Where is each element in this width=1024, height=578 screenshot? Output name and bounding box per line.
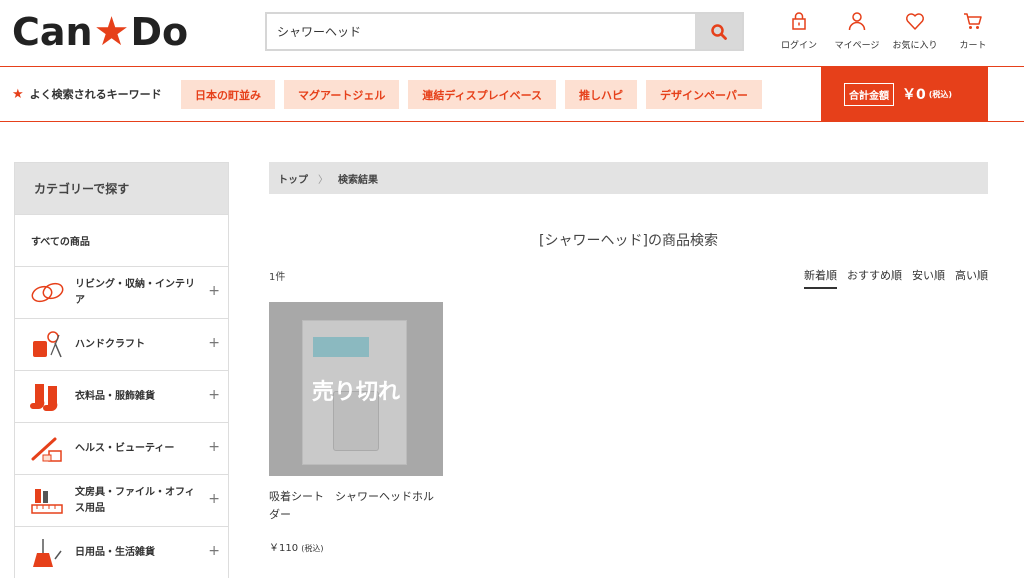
keyword-tags: 日本の町並み マグアートジェル 連結ディスプレイベース 推しハピ デザインペーパ… <box>181 80 771 109</box>
keyword-tag[interactable]: 日本の町並み <box>181 80 275 109</box>
expand-icon[interactable]: + <box>208 439 220 455</box>
nav-cart-label: カート <box>959 41 987 51</box>
nav-favorites-label: お気に入り <box>892 41 938 51</box>
product-image[interactable]: 売り切れ <box>269 302 443 476</box>
keyword-tag[interactable]: マグアートジェル <box>284 80 400 109</box>
result-count: 1件 <box>269 272 286 283</box>
product-price: ￥110 (税込) <box>269 539 443 554</box>
search-input[interactable] <box>267 14 695 49</box>
nav-mypage-label: マイページ <box>834 41 880 51</box>
broom-icon <box>33 539 62 567</box>
sort-expensive[interactable]: 高い順 <box>955 267 988 289</box>
header-nav: ログイン マイページ お気に入り カート <box>770 10 1002 51</box>
sidebar-item-label: ヘルス・ビューティー <box>75 442 175 454</box>
nav-favorites[interactable]: お気に入り <box>886 10 944 51</box>
search-button[interactable] <box>695 14 742 49</box>
nav-mypage[interactable]: マイページ <box>828 10 886 51</box>
logo-text-left: Can <box>12 10 93 54</box>
heart-icon <box>906 13 924 30</box>
sidebar-item-label: 文房具・ファイル・オフィス用品 <box>75 486 195 514</box>
sidebar-item-all[interactable]: すべての商品 <box>15 214 228 266</box>
sidebar-heading: カテゴリーで探す <box>15 163 228 214</box>
cart-icon <box>964 13 982 29</box>
cart-total-amount: ￥0 <box>902 87 926 103</box>
page-title: [シャワーヘッド]の商品検索 <box>539 233 718 249</box>
search-bar <box>265 12 744 51</box>
star-icon: ★ <box>12 86 24 102</box>
keyword-tag[interactable]: デザインペーパー <box>646 80 762 109</box>
product-price-tax: (税込) <box>301 544 324 553</box>
living-icon <box>31 282 64 303</box>
cart-total-tax: (税込) <box>928 89 953 99</box>
keyword-title: ★ よく検索されるキーワード <box>12 86 162 102</box>
lock-icon <box>792 12 806 30</box>
expand-icon[interactable]: + <box>208 543 220 559</box>
nav-login-label: ログイン <box>780 41 817 51</box>
expand-icon[interactable]: + <box>208 283 220 299</box>
beauty-icon <box>31 437 62 462</box>
expand-icon[interactable]: + <box>208 335 220 351</box>
sort-newest[interactable]: 新着順 <box>804 267 837 289</box>
sidebar-item-daily[interactable]: 日用品・生活雑貨 + <box>15 526 228 578</box>
site-header: Can ★ Do ログイン マイページ <box>0 0 1024 66</box>
sidebar-item-clothing[interactable]: 衣料品・服飾雑貨 + <box>15 370 228 422</box>
sidebar-item-label: 日用品・生活雑貨 <box>75 546 155 558</box>
sidebar-item-label: 衣料品・服飾雑貨 <box>75 390 155 402</box>
user-icon <box>848 12 866 31</box>
site-logo[interactable]: Can ★ Do <box>12 10 188 54</box>
sidebar-item-living[interactable]: リビング・収納・インテリア + <box>15 266 228 318</box>
keyword-bar: ★ よく検索されるキーワード 日本の町並み マグアートジェル 連結ディスプレイベ… <box>0 66 1024 122</box>
logo-text-right: Do <box>130 10 189 54</box>
keyword-title-text: よく検索されるキーワード <box>29 88 162 101</box>
product-name[interactable]: 吸着シート シャワーヘッドホルダー <box>269 488 443 524</box>
cart-total-label: 合計金額 <box>844 82 894 106</box>
sidebar-item-handcraft[interactable]: ハンドクラフト + <box>15 318 228 370</box>
category-sidebar: カテゴリーで探す すべての商品 リビング・収納・インテリア + ハンドクラフト … <box>14 162 229 578</box>
stationery-icon <box>31 489 63 514</box>
handcraft-icon <box>33 331 62 358</box>
cart-total[interactable]: 合計金額 ￥0 (税込) <box>821 66 988 122</box>
sold-out-overlay: 売り切れ <box>311 380 400 405</box>
keyword-tag[interactable]: 連結ディスプレイベース <box>408 80 557 109</box>
sort-cheapest[interactable]: 安い順 <box>912 267 945 289</box>
package-label-band <box>313 337 369 357</box>
logo-star-icon: ★ <box>93 9 130 55</box>
nav-cart[interactable]: カート <box>944 10 1002 51</box>
sort-recommended[interactable]: おすすめ順 <box>847 267 902 289</box>
breadcrumb: トップ 〉 検索結果 <box>269 162 988 194</box>
expand-icon[interactable]: + <box>208 491 220 507</box>
sidebar-item-beauty[interactable]: ヘルス・ビューティー + <box>15 422 228 474</box>
sidebar-item-label: リビング・収納・インテリア <box>75 278 195 306</box>
breadcrumb-separator-icon: 〉 <box>318 174 328 186</box>
product-card[interactable]: 売り切れ 吸着シート シャワーヘッドホルダー ￥110 (税込) <box>269 302 443 554</box>
sort-options: 新着順 おすすめ順 安い順 高い順 <box>794 267 988 289</box>
sidebar-item-label: ハンドクラフト <box>75 338 145 350</box>
product-price-value: ￥110 <box>269 543 299 554</box>
expand-icon[interactable]: + <box>208 387 220 403</box>
socks-icon <box>30 384 58 412</box>
keyword-tag[interactable]: 推しハピ <box>565 80 638 109</box>
nav-login[interactable]: ログイン <box>770 10 828 51</box>
breadcrumb-home[interactable]: トップ <box>278 171 308 186</box>
search-icon <box>710 23 727 40</box>
sidebar-item-stationery[interactable]: 文房具・ファイル・オフィス用品 + <box>15 474 228 526</box>
breadcrumb-current: 検索結果 <box>338 174 378 186</box>
